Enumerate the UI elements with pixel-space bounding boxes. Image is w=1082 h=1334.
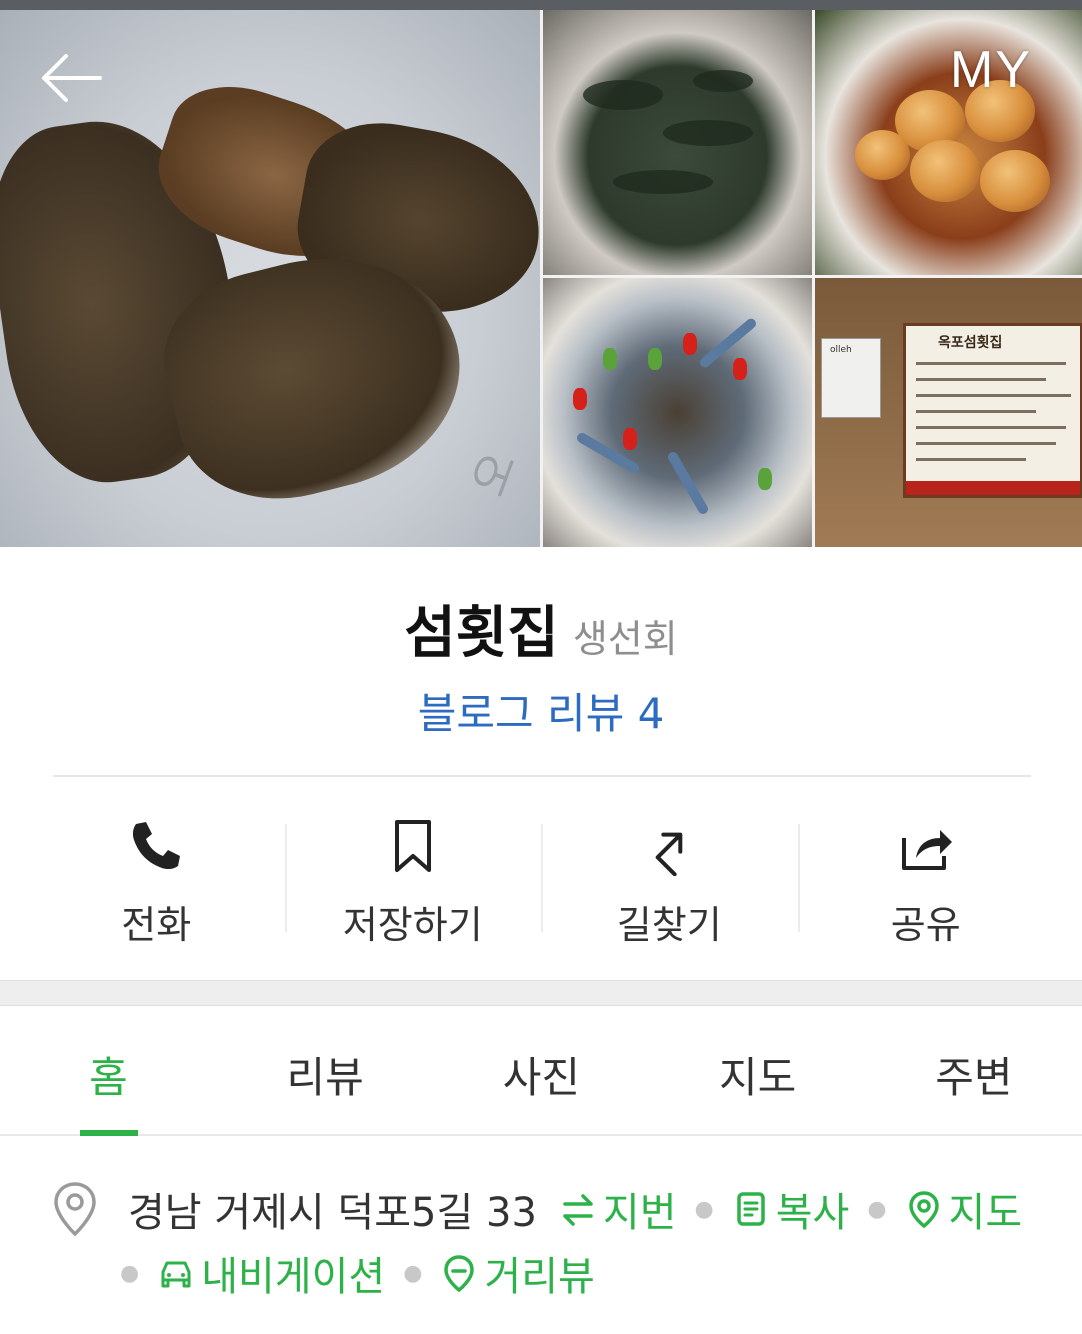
green-chili [603, 348, 617, 370]
photo-seaweed-soup[interactable] [543, 10, 812, 275]
chili [733, 358, 747, 380]
menu-line [916, 442, 1056, 445]
place-name: 섬횟집 [404, 601, 559, 666]
car-icon [161, 1261, 191, 1288]
plate-mark: 오 [461, 444, 527, 504]
tab-bar: 홈 리뷰 사진 지도 주변 [0, 1006, 1082, 1136]
copy-link[interactable]: 복사 [732, 1180, 850, 1238]
chili [683, 333, 697, 355]
chili [573, 388, 587, 410]
action-bar: 전화 저장하기 길찾기 공유 [28, 800, 1054, 960]
dumpling [855, 130, 910, 180]
street-view-label: 거리뷰 [484, 1254, 595, 1300]
box-sign: olleh [830, 345, 852, 355]
tab-map[interactable]: 지도 [650, 1006, 866, 1134]
status-bar-strip [0, 0, 1082, 10]
place-category: 생선회 [572, 617, 678, 661]
back-arrow-icon[interactable] [38, 52, 102, 104]
tab-photos[interactable]: 사진 [433, 1006, 649, 1134]
photo-grid[interactable]: 오 olleh 옥포섬횟집 [0, 10, 1082, 547]
share-button[interactable]: 공유 [797, 800, 1055, 960]
dumpling [910, 140, 980, 202]
tab-reviews[interactable]: 리뷰 [217, 1006, 433, 1134]
menu-line [916, 458, 1026, 461]
menu-board-title: 옥포섬횟집 [938, 335, 1003, 351]
swap-icon [563, 1194, 593, 1226]
photo-menu-board[interactable]: olleh 옥포섬횟집 [815, 278, 1082, 547]
seaweed [583, 80, 663, 110]
directions-label: 길찾기 [616, 903, 722, 947]
copy-icon [736, 1192, 765, 1226]
blog-review-link[interactable]: 블로그 리뷰 4 [0, 680, 1082, 741]
location-pin-icon [52, 1180, 98, 1238]
green-chili [648, 348, 662, 370]
menu-line [916, 426, 1066, 429]
crab-leg [666, 450, 710, 516]
seaweed [693, 70, 753, 92]
navigation-link[interactable]: 내비게이션 [157, 1244, 385, 1302]
tab-home[interactable]: 홈 [0, 1006, 217, 1134]
crab-leg [697, 316, 759, 370]
bookmark-icon [394, 820, 431, 872]
dumpling [980, 150, 1050, 212]
menu-line [916, 394, 1071, 397]
divider [53, 775, 1031, 777]
separator-dot: ● [120, 1260, 140, 1286]
navigation-label: 내비게이션 [201, 1254, 386, 1300]
section-separator [0, 980, 1082, 1006]
address-row: 경남 거제시 덕포5길 33 지번 ● 복사 ● 지도 [128, 1180, 1022, 1238]
address-text: 경남 거제시 덕포5길 33 [128, 1190, 537, 1236]
separator-dot: ● [694, 1196, 714, 1222]
map-label: 지도 [948, 1190, 1023, 1236]
map-link[interactable]: 지도 [905, 1180, 1023, 1238]
photo-marinated-crab[interactable] [543, 278, 812, 547]
photo-glazed-dumplings[interactable] [815, 10, 1082, 275]
lot-number-label: 지번 [602, 1190, 677, 1236]
address-row-2: ● 내비게이션 ● 거리뷰 [120, 1244, 595, 1302]
wall-box: olleh [821, 338, 881, 418]
menu-line [916, 410, 1036, 413]
share-label: 공유 [890, 903, 961, 947]
save-label: 저장하기 [342, 903, 483, 947]
menu-line [916, 378, 1046, 381]
directions-icon [655, 832, 683, 876]
separator-dot: ● [867, 1196, 887, 1222]
tab-nearby[interactable]: 주변 [866, 1006, 1082, 1134]
separator-dot: ● [403, 1260, 423, 1286]
phone-icon [133, 822, 181, 870]
street-view-link[interactable]: 거리뷰 [440, 1244, 595, 1302]
call-label: 전화 [121, 903, 192, 947]
copy-label: 복사 [775, 1190, 850, 1236]
call-button[interactable]: 전화 [28, 800, 285, 960]
map-pin-icon [908, 1191, 939, 1228]
menu-board: 옥포섬횟집 [903, 323, 1082, 498]
directions-button[interactable]: 길찾기 [541, 800, 798, 960]
chili [623, 428, 637, 450]
green-chili [758, 468, 772, 490]
save-button[interactable]: 저장하기 [284, 800, 542, 960]
menu-line [916, 362, 1066, 365]
seaweed [613, 170, 713, 194]
my-button[interactable]: MY [950, 40, 1032, 100]
place-title-row: 섬횟집 생선회 [0, 588, 1082, 669]
seaweed [663, 120, 753, 146]
share-icon [901, 830, 952, 870]
menu-board-footer [906, 481, 1080, 495]
street-view-pin-icon [444, 1255, 475, 1292]
lot-number-link[interactable]: 지번 [559, 1180, 677, 1238]
